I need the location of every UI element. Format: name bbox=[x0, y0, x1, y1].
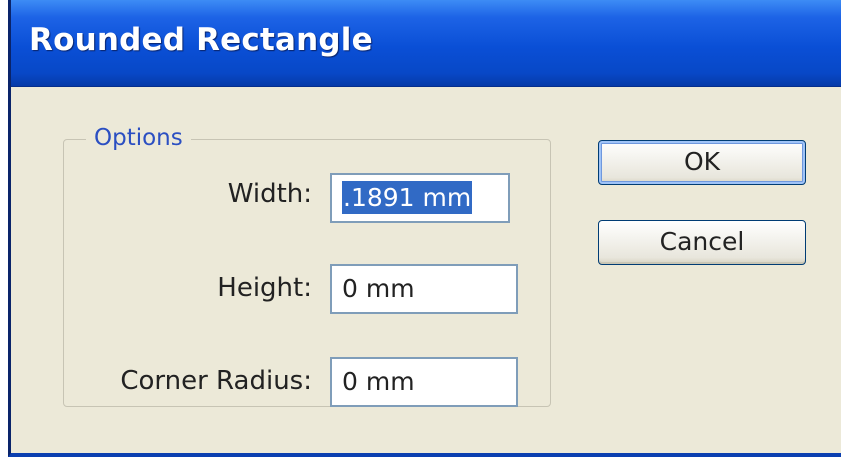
title-bar[interactable]: Rounded Rectangle bbox=[11, 0, 841, 87]
rounded-rectangle-dialog: Rounded Rectangle Options Width: .1891 m… bbox=[8, 0, 841, 457]
dialog-title: Rounded Rectangle bbox=[29, 22, 373, 58]
cancel-button[interactable]: Cancel bbox=[598, 220, 806, 265]
options-legend: Options bbox=[86, 125, 191, 151]
height-label: Height: bbox=[217, 273, 312, 303]
ok-button[interactable]: OK bbox=[598, 140, 806, 185]
options-group: Options Width: .1891 mm Height: 0 mm Cor… bbox=[63, 125, 551, 407]
corner-radius-field[interactable]: 0 mm bbox=[330, 357, 518, 407]
width-field[interactable]: .1891 mm bbox=[330, 173, 510, 223]
width-field-selected-text: .1891 mm bbox=[342, 181, 473, 214]
width-label: Width: bbox=[227, 179, 312, 209]
dialog-body: Options Width: .1891 mm Height: 0 mm Cor… bbox=[11, 87, 841, 453]
corner-radius-label: Corner Radius: bbox=[120, 366, 312, 396]
height-field[interactable]: 0 mm bbox=[330, 264, 518, 314]
